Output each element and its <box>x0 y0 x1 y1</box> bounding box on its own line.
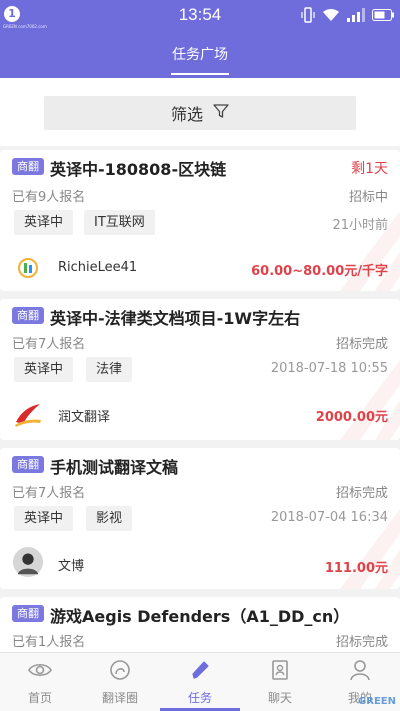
user-photo-avatar-icon <box>12 546 44 578</box>
deadline-label: 剩1天 <box>351 161 388 177</box>
tag-field: IT互联网 <box>84 210 155 235</box>
tag-field: 影视 <box>86 506 133 531</box>
tab-label: 首页 <box>27 691 52 705</box>
tag-language: 英译中 <box>14 357 74 382</box>
signup-count: 已有9人报名 <box>12 190 86 205</box>
task-title: 英译中-180808-区块链 <box>50 160 227 179</box>
top-nav: 任务广场 <box>0 30 400 78</box>
price: 111.00元 <box>324 561 388 576</box>
filter-bar: 筛选 <box>0 78 400 146</box>
publisher-name: 文博 <box>58 559 85 574</box>
bid-status: 招标完成 <box>335 486 388 501</box>
brand-watermark: GREEN <box>358 696 396 707</box>
active-tab-indicator <box>171 73 229 75</box>
filter-label: 筛选 <box>170 105 203 124</box>
eye-icon <box>27 659 53 685</box>
task-card[interactable]: 商翻 手机测试翻译文稿 已有7人报名 招标完成 英译中 影视 2018-07-0… <box>0 448 400 589</box>
publisher-name: RichieLee41 <box>58 260 138 275</box>
task-card[interactable]: 商翻 英译中-法律类文档项目-1W字左右 已有7人报名 招标完成 英译中 法律 … <box>0 299 400 440</box>
tag-language: 英译中 <box>14 506 74 531</box>
funnel-icon <box>213 103 229 123</box>
task-type-badge: 商翻 <box>12 456 44 473</box>
tab-translation-circle[interactable]: 翻译圈 <box>80 653 160 711</box>
task-card[interactable]: 商翻 英译中-180808-区块链 剩1天 已有9人报名 招标中 英译中 IT互… <box>0 150 400 291</box>
price: 60.00~80.00元/千字 <box>251 264 388 279</box>
tab-label: 聊天 <box>267 691 292 705</box>
tag-field: 法律 <box>86 357 133 382</box>
status-bar: 1 GREEN com7002.com 13:54 <box>0 0 400 30</box>
task-title: 手机测试翻译文稿 <box>50 458 179 477</box>
tag-language: 英译中 <box>14 210 74 235</box>
task-title: 游戏Aegis Defenders（A1_DD_cn） <box>50 607 350 626</box>
task-type-badge: 商翻 <box>12 158 44 175</box>
tab-task-plaza[interactable]: 任务广场 <box>0 44 400 64</box>
post-time: 2018-07-18 10:55 <box>270 361 388 376</box>
tab-home[interactable]: 首页 <box>0 653 80 711</box>
vibrate-icon <box>301 7 315 23</box>
task-type-badge: 商翻 <box>12 307 44 324</box>
signal-icon <box>347 8 365 22</box>
post-time: 21小时前 <box>332 218 388 233</box>
signup-count: 已有7人报名 <box>12 486 86 501</box>
filter-button[interactable]: 筛选 <box>44 96 356 130</box>
red-brush-logo-icon <box>12 399 44 431</box>
bid-status: 招标完成 <box>335 337 388 352</box>
tab-tasks[interactable]: 任务 <box>160 653 240 711</box>
signup-count: 已有1人报名 <box>12 635 86 650</box>
task-type-badge: 商翻 <box>12 605 44 622</box>
task-list: 商翻 英译中-180808-区块链 剩1天 已有9人报名 招标中 英译中 IT互… <box>0 146 400 652</box>
signup-count: 已有7人报名 <box>12 337 86 352</box>
price: 2000.00元 <box>315 410 388 425</box>
bid-status: 招标中 <box>348 190 388 205</box>
post-time: 2018-07-04 16:34 <box>270 510 388 525</box>
bid-status: 招标完成 <box>335 635 388 650</box>
task-card[interactable]: 商翻 游戏Aegis Defenders（A1_DD_cn） 已有1人报名 招标… <box>0 597 400 652</box>
tab-label: 任务 <box>187 691 212 705</box>
user-icon <box>347 659 373 685</box>
tab-chat[interactable]: 聊天 <box>240 653 320 711</box>
task-title: 英译中-法律类文档项目-1W字左右 <box>50 309 301 328</box>
wifi-icon <box>322 8 340 22</box>
chat-icon <box>267 659 293 685</box>
tab-label: 翻译圈 <box>101 691 138 705</box>
circle-icon <box>107 659 133 685</box>
bottom-tab-bar: 首页 翻译圈 任务 聊天 我的 GREEN <box>0 652 400 711</box>
colorful-logo-icon <box>12 252 44 284</box>
pen-icon <box>187 659 213 685</box>
status-icons <box>301 6 394 24</box>
publisher-name: 润文翻译 <box>58 410 111 425</box>
battery-icon <box>372 9 394 21</box>
